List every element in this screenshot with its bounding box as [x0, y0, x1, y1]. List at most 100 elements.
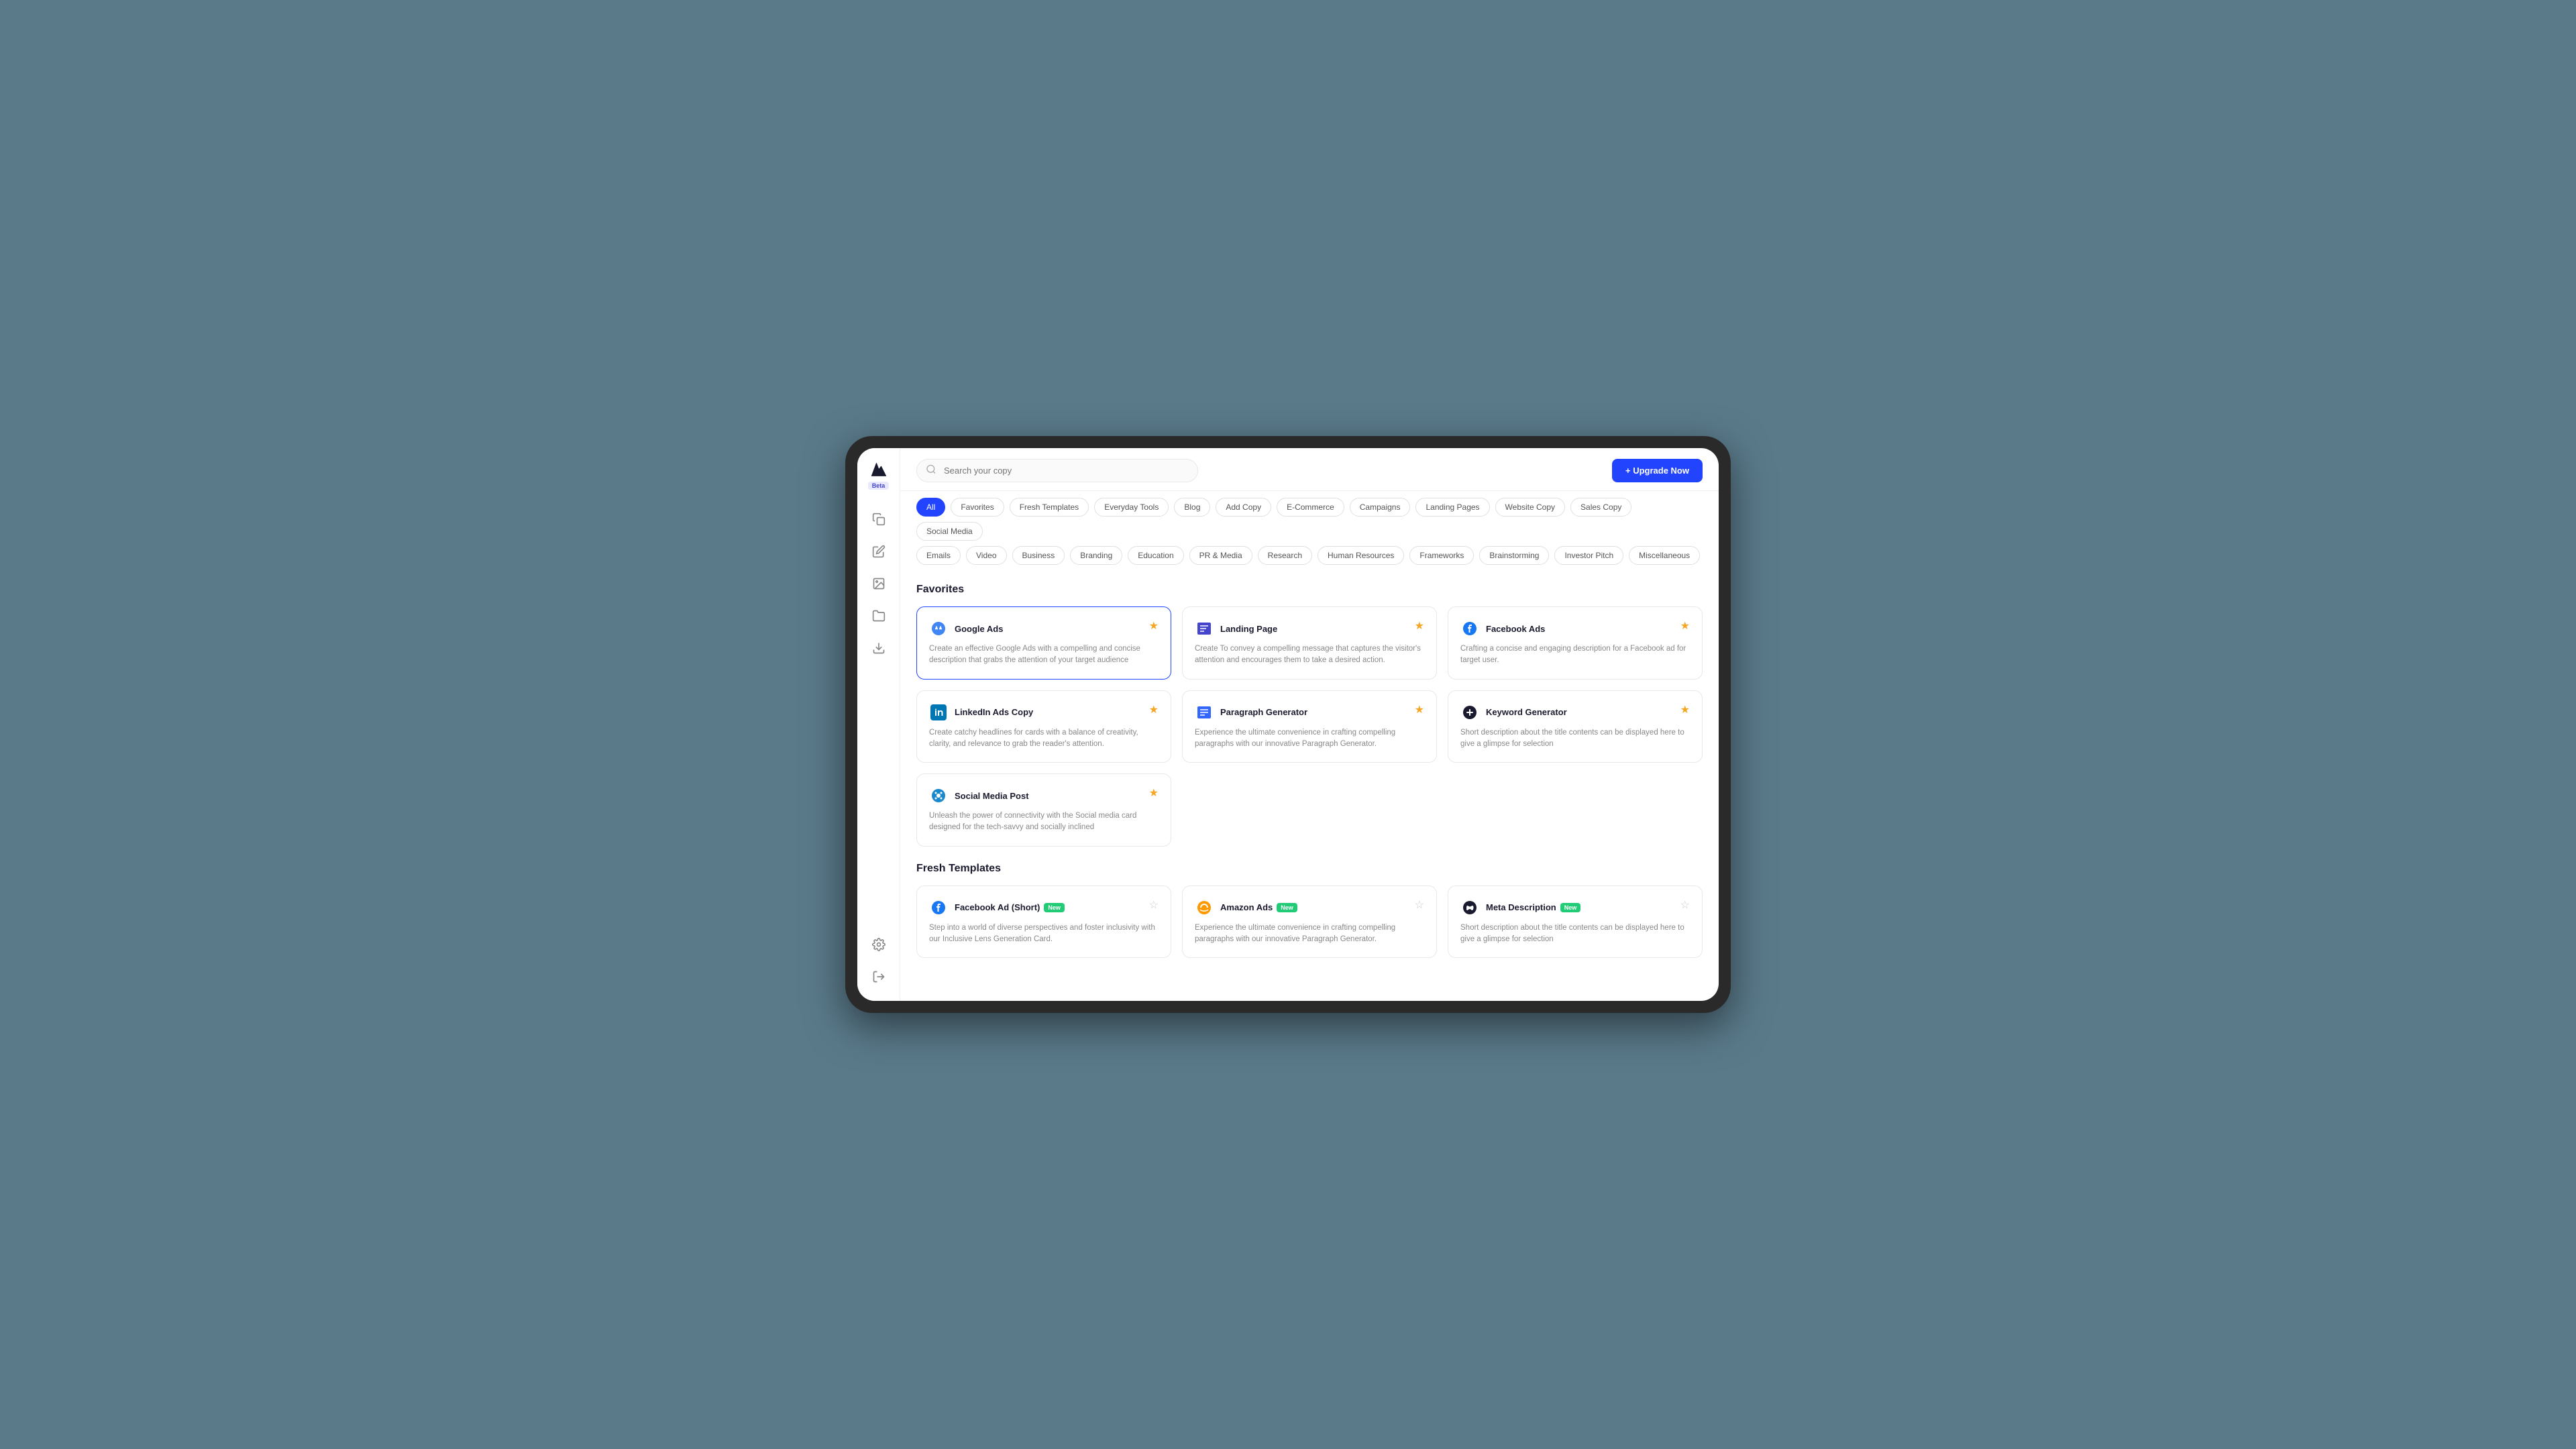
filter-chip-add-copy[interactable]: Add Copy: [1216, 498, 1271, 517]
filter-chip-frameworks[interactable]: Frameworks: [1409, 546, 1474, 565]
card-title-row: Amazon AdsNew: [1195, 898, 1297, 917]
favorites-section: Favorites Google Ads ★ Create an effecti…: [916, 584, 1703, 847]
filter-chip-all[interactable]: All: [916, 498, 945, 517]
card-icon-facebook-ads: [1460, 619, 1479, 638]
card-title-row: Meta DescriptionNew: [1460, 898, 1580, 917]
card-title: Keyword Generator: [1486, 707, 1567, 717]
card-icon-google-ads: [929, 619, 948, 638]
filter-chip-miscellaneous[interactable]: Miscellaneous: [1629, 546, 1700, 565]
star-icon[interactable]: ☆: [1149, 898, 1159, 912]
favorites-grid: Google Ads ★ Create an effective Google …: [916, 606, 1703, 847]
sidebar-item-copy[interactable]: [865, 506, 892, 533]
filter-chip-research[interactable]: Research: [1258, 546, 1312, 565]
card-title-row: LinkedIn Ads Copy: [929, 703, 1033, 722]
new-badge: New: [1044, 903, 1065, 912]
sidebar-item-folder[interactable]: [865, 602, 892, 629]
card-title: Facebook Ad (Short)New: [955, 902, 1065, 913]
card-header: Google Ads ★: [929, 619, 1159, 638]
card-landing-page[interactable]: Landing Page ★ Create To convey a compel…: [1182, 606, 1437, 680]
new-badge: New: [1560, 903, 1581, 912]
star-icon[interactable]: ★: [1149, 786, 1159, 800]
card-icon-meta: [1460, 898, 1479, 917]
filter-chip-everyday-tools[interactable]: Everyday Tools: [1094, 498, 1169, 517]
card-desc: Step into a world of diverse perspective…: [929, 922, 1159, 946]
filter-chip-brainstorming[interactable]: Brainstorming: [1479, 546, 1549, 565]
card-title-row: Paragraph Generator: [1195, 703, 1307, 722]
main-content: + Upgrade Now All Favorites Fresh Template…: [900, 448, 1719, 1001]
card-header: Meta DescriptionNew ☆: [1460, 898, 1690, 917]
filter-chip-ecommerce[interactable]: E-Commerce: [1277, 498, 1344, 517]
sidebar-item-logout[interactable]: [865, 963, 892, 990]
star-icon[interactable]: ★: [1415, 619, 1424, 633]
filter-chip-education[interactable]: Education: [1128, 546, 1183, 565]
card-header: LinkedIn Ads Copy ★: [929, 703, 1159, 722]
filter-row-1: All Favorites Fresh Templates Everyday Tool…: [916, 498, 1703, 541]
sidebar-bottom: [865, 931, 892, 990]
card-title-row: Landing Page: [1195, 619, 1277, 638]
sidebar-item-image[interactable]: [865, 570, 892, 597]
filter-chip-website-copy[interactable]: Website Copy: [1495, 498, 1565, 517]
filter-chip-favorites[interactable]: Favorites: [951, 498, 1004, 517]
filter-chip-investor-pitch[interactable]: Investor Pitch: [1554, 546, 1623, 565]
filter-chip-business[interactable]: Business: [1012, 546, 1065, 565]
sidebar-item-download[interactable]: [865, 635, 892, 661]
card-header: Paragraph Generator ★: [1195, 703, 1424, 722]
card-icon-social-media: [929, 786, 948, 805]
star-icon[interactable]: ☆: [1680, 898, 1690, 912]
logo-icon[interactable]: [868, 459, 890, 480]
filter-chip-landing-pages[interactable]: Landing Pages: [1415, 498, 1489, 517]
card-desc: Experience the ultimate convenience in c…: [1195, 922, 1424, 946]
card-linkedin-ads[interactable]: LinkedIn Ads Copy ★ Create catchy headli…: [916, 690, 1171, 763]
upgrade-button[interactable]: + Upgrade Now: [1612, 459, 1703, 482]
card-amazon-ads[interactable]: Amazon AdsNew ☆ Experience the ultimate …: [1182, 885, 1437, 959]
card-title-row: Facebook Ads: [1460, 619, 1545, 638]
filter-chip-campaigns[interactable]: Campaigns: [1350, 498, 1411, 517]
sidebar-item-edit[interactable]: [865, 538, 892, 565]
card-meta-description[interactable]: Meta DescriptionNew ☆ Short description …: [1448, 885, 1703, 959]
filter-chip-emails[interactable]: Emails: [916, 546, 961, 565]
card-google-ads[interactable]: Google Ads ★ Create an effective Google …: [916, 606, 1171, 680]
filter-section: All Favorites Fresh Templates Everyday Tool…: [900, 491, 1719, 570]
new-badge: New: [1277, 903, 1297, 912]
filter-chip-social-media[interactable]: Social Media: [916, 522, 983, 541]
sidebar-item-settings[interactable]: [865, 931, 892, 958]
star-icon[interactable]: ★: [1149, 619, 1159, 633]
star-icon[interactable]: ★: [1149, 703, 1159, 716]
card-title: Paragraph Generator: [1220, 707, 1307, 717]
star-icon[interactable]: ★: [1680, 703, 1690, 716]
search-icon: [926, 464, 936, 478]
card-header: Amazon AdsNew ☆: [1195, 898, 1424, 917]
card-facebook-ads[interactable]: Facebook Ads ★ Crafting a concise and en…: [1448, 606, 1703, 680]
filter-chip-branding[interactable]: Branding: [1070, 546, 1122, 565]
card-paragraph-generator[interactable]: Paragraph Generator ★ Experience the ult…: [1182, 690, 1437, 763]
star-icon[interactable]: ☆: [1415, 898, 1424, 912]
top-bar: + Upgrade Now: [900, 448, 1719, 491]
filter-chip-pr-media[interactable]: PR & Media: [1189, 546, 1252, 565]
card-desc: Create an effective Google Ads with a co…: [929, 643, 1159, 667]
card-title-row: Social Media Post: [929, 786, 1029, 805]
card-header: Landing Page ★: [1195, 619, 1424, 638]
filter-row-2: Emails Video Business Branding Education PR &…: [916, 546, 1703, 565]
card-facebook-ad-short[interactable]: Facebook Ad (Short)New ☆ Step into a wor…: [916, 885, 1171, 959]
card-title: Facebook Ads: [1486, 624, 1545, 634]
card-desc: Create To convey a compelling message th…: [1195, 643, 1424, 667]
filter-chip-human-resources[interactable]: Human Resources: [1318, 546, 1404, 565]
favorites-title: Favorites: [916, 584, 1703, 596]
card-title-row: Facebook Ad (Short)New: [929, 898, 1065, 917]
fresh-templates-title: Fresh Templates: [916, 863, 1703, 875]
card-icon-paragraph: [1195, 703, 1214, 722]
card-icon-linkedin-ads: [929, 703, 948, 722]
card-keyword-generator[interactable]: Keyword Generator ★ Short description ab…: [1448, 690, 1703, 763]
star-icon[interactable]: ★: [1415, 703, 1424, 716]
card-header: Facebook Ads ★: [1460, 619, 1690, 638]
card-social-media-post[interactable]: Social Media Post ★ Unleash the power of…: [916, 773, 1171, 847]
star-icon[interactable]: ★: [1680, 619, 1690, 633]
card-icon-landing-page: [1195, 619, 1214, 638]
search-input[interactable]: [916, 459, 1198, 482]
filter-chip-video[interactable]: Video: [966, 546, 1006, 565]
screen: Beta: [857, 448, 1719, 1001]
filter-chip-sales-copy[interactable]: Sales Copy: [1570, 498, 1631, 517]
card-title: Meta DescriptionNew: [1486, 902, 1580, 913]
filter-chip-fresh-templates[interactable]: Fresh Templates: [1010, 498, 1089, 517]
filter-chip-blog[interactable]: Blog: [1174, 498, 1210, 517]
